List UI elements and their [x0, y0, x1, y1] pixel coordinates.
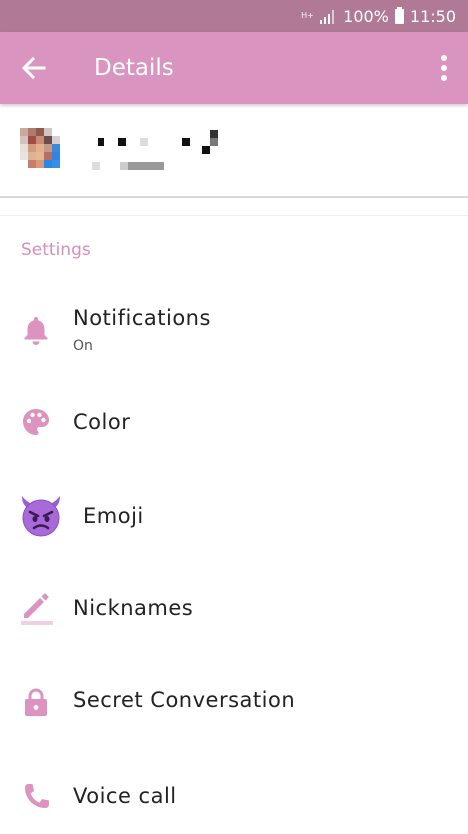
app-bar: Details — [0, 32, 468, 104]
nicknames-label: Nicknames — [73, 596, 194, 620]
secret-conversation-row[interactable]: Secret Conversation — [0, 662, 468, 742]
secret-conversation-label: Secret Conversation — [73, 688, 296, 712]
notifications-label: Notifications — [73, 306, 211, 330]
devil-emoji-icon — [22, 496, 60, 537]
section-title: Settings — [21, 240, 91, 260]
divider — [0, 215, 468, 216]
voice-call-label: Voice call — [73, 784, 177, 808]
status-bar: H+ 100% 11:50 — [0, 0, 468, 32]
more-vert-icon[interactable] — [434, 50, 454, 86]
avatar[interactable] — [20, 128, 76, 174]
page-title: Details — [94, 55, 174, 81]
nicknames-row[interactable]: Nicknames — [0, 568, 468, 648]
color-label: Color — [73, 410, 131, 434]
emoji-row[interactable]: Emoji — [0, 476, 468, 556]
battery-percent: 100% — [343, 6, 389, 26]
color-row[interactable]: Color — [0, 384, 468, 464]
arrow-left-icon[interactable] — [12, 46, 56, 90]
phone-icon — [25, 784, 49, 808]
notifications-row[interactable]: Notifications On — [0, 290, 468, 370]
palette-icon — [23, 409, 49, 435]
bell-icon — [24, 317, 48, 345]
contact-name — [92, 130, 218, 170]
signal-icon — [320, 10, 335, 24]
network-type-icon: H+ — [301, 11, 314, 20]
emoji-label: Emoji — [83, 504, 144, 528]
battery-icon — [394, 6, 404, 24]
pencil-icon — [21, 593, 53, 625]
voice-call-row[interactable]: Voice call — [0, 754, 468, 834]
lock-icon — [25, 688, 47, 716]
notifications-status: On — [73, 338, 93, 354]
clock: 11:50 — [409, 6, 456, 26]
